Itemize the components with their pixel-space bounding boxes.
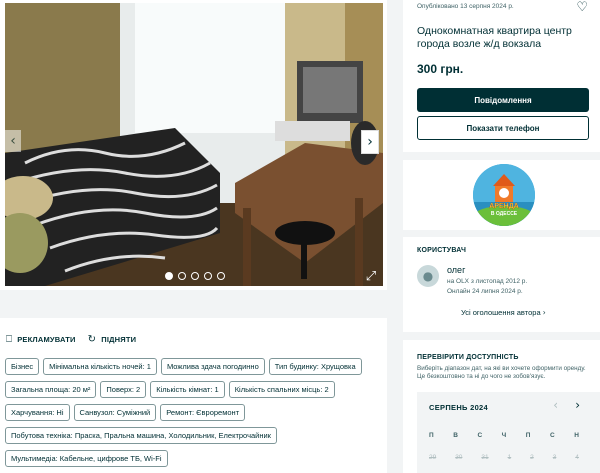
weekday-label: П <box>429 432 434 439</box>
parameter-tag: Загальна площа: 20 м² <box>5 381 97 398</box>
seller-section-title: КОРИСТУВАЧ <box>417 247 467 254</box>
calendar-month: СЕРПЕНЬ 2024 <box>429 403 488 412</box>
calendar-day[interactable]: 3 <box>553 454 557 461</box>
listing-actions: ⎕ РЕКЛАМУВАТИ ↻ ПІДНЯТИ <box>6 334 136 345</box>
parameter-tag: Бізнес <box>5 358 40 375</box>
pagination-dot[interactable] <box>191 272 199 280</box>
chevron-right-icon: › <box>542 308 546 317</box>
availability-description: Виберіть діапазон дат, на які ви хочете … <box>417 365 586 380</box>
pagination-dot[interactable] <box>204 272 212 280</box>
promote-button[interactable]: ⎕ РЕКЛАМУВАТИ <box>6 334 76 345</box>
pagination-dot[interactable] <box>165 272 173 280</box>
chevron-left-icon: ‹ <box>10 133 16 149</box>
seller-since: на OLX з листопад 2012 р. <box>447 278 528 285</box>
weekday-label: Ч <box>501 432 507 439</box>
heart-icon: ♡ <box>576 0 588 15</box>
favorite-button[interactable]: ♡ <box>576 0 588 15</box>
promote-label: РЕКЛАМУВАТИ <box>17 335 76 344</box>
parameter-tag: Мультимедіа: Кабельне, цифрове ТБ, Wi-Fi <box>5 450 168 467</box>
seller-logo[interactable]: АРЕНДА В ОДЕССЕ <box>473 164 535 226</box>
all-ads-label: Усі оголошення автора <box>461 308 541 317</box>
listing-title: Однокомнатная квартира центр города возл… <box>417 25 572 50</box>
message-button[interactable]: Повідомлення <box>417 88 589 112</box>
svg-text:В ОДЕССЕ: В ОДЕССЕ <box>491 211 518 217</box>
raise-button[interactable]: ↻ ПІДНЯТИ <box>88 334 137 345</box>
user-icon: ● <box>422 269 434 283</box>
weekday-label: С <box>477 432 483 439</box>
listing-details: ⎕ РЕКЛАМУВАТИ ↻ ПІДНЯТИ Бізнес Мінімальна… <box>0 318 387 473</box>
availability-title: ПЕРЕВІРИТИ ДОСТУПНІСТЬ <box>417 354 519 361</box>
chevron-left-icon: ‹ <box>553 398 558 412</box>
parameter-tag: Санвузол: Суміжний <box>73 404 157 421</box>
weekday-label: В <box>453 432 458 439</box>
chevron-right-icon: › <box>575 398 580 412</box>
seller-card: КОРИСТУВАЧ ● олег на OLX з листопад 2012… <box>403 237 600 332</box>
seller-online: Онлайн 24 липня 2024 р. <box>447 288 523 295</box>
fullscreen-button[interactable]: ⤢ <box>363 268 379 284</box>
previous-month-button[interactable]: ‹ <box>553 398 558 412</box>
parameter-tag: Харчування: Ні <box>5 404 70 421</box>
expand-icon: ⤢ <box>365 268 377 284</box>
avatar[interactable]: ● <box>417 265 439 287</box>
svg-text:АРЕНДА: АРЕНДА <box>489 203 519 210</box>
next-month-button[interactable]: › <box>575 398 580 412</box>
listing-photo[interactable] <box>5 3 383 286</box>
calendar-day[interactable]: 4 <box>575 454 579 461</box>
parameter-tag: Кількість кімнат: 1 <box>150 381 225 398</box>
pagination-dot[interactable] <box>217 272 225 280</box>
refresh-icon: ↻ <box>87 334 97 345</box>
parameter-tag: Можлива здача погодинно <box>160 358 265 375</box>
published-date: Опубліковано 13 серпня 2024 р. <box>417 3 514 10</box>
bookmark-icon: ⎕ <box>6 334 13 345</box>
photo-pagination-dots <box>165 272 225 280</box>
weekday-label: Н <box>574 432 579 439</box>
calendar-day[interactable]: 29 <box>429 454 436 461</box>
raise-label: ПІДНЯТИ <box>101 335 137 344</box>
chevron-right-icon: › <box>367 134 373 150</box>
parameter-tag: Мінімальна кількість ночей: 1 <box>43 358 157 375</box>
calendar-day[interactable]: 1 <box>508 454 512 461</box>
availability-card: ПЕРЕВІРИТИ ДОСТУПНІСТЬ Виберіть діапазон… <box>403 340 600 473</box>
calendar-days: 29 30 31 1 2 3 4 <box>429 454 579 461</box>
pagination-dot[interactable] <box>178 272 186 280</box>
parameter-tags: Бізнес Мінімальна кількість ночей: 1 Можли… <box>5 358 385 467</box>
seller-name[interactable]: олег <box>447 265 465 275</box>
parameter-tag: Тип будинку: Хрущовка <box>268 358 362 375</box>
parameter-tag: Поверх: 2 <box>100 381 147 398</box>
parameter-tag: Ремонт: Євроремонт <box>160 404 246 421</box>
calendar-day[interactable]: 31 <box>481 454 488 461</box>
weekday-label: С <box>549 432 555 439</box>
listing-price: 300 грн. <box>417 62 464 76</box>
weekday-label: П <box>525 432 531 439</box>
all-seller-ads-link[interactable]: Усі оголошення автора › <box>461 308 546 317</box>
calendar: СЕРПЕНЬ 2024 ‹ › П В С Ч П С Н 29 30 31 1 2 3 4 <box>417 392 600 473</box>
calendar-day[interactable]: 30 <box>455 454 462 461</box>
logo-illustration: АРЕНДА В ОДЕССЕ <box>473 164 535 226</box>
seller-logo-card: АРЕНДА В ОДЕССЕ <box>403 160 600 230</box>
parameter-tag: Побутова техніка: Праска, Пральна машина… <box>5 427 277 444</box>
room-photo-illustration <box>5 3 383 286</box>
listing-summary-card: Опубліковано 13 серпня 2024 р. ♡ Одноком… <box>403 0 600 152</box>
previous-photo-button[interactable]: ‹ <box>5 130 21 152</box>
show-phone-button[interactable]: Показати телефон <box>417 116 589 140</box>
photo-gallery: ‹ › ⤢ <box>0 0 387 290</box>
calendar-day[interactable]: 2 <box>530 454 534 461</box>
next-photo-button[interactable]: › <box>361 130 379 154</box>
calendar-weekdays: ПВСЧПСН <box>429 432 579 439</box>
parameter-tag: Кількість спальних місць: 2 <box>228 381 335 398</box>
